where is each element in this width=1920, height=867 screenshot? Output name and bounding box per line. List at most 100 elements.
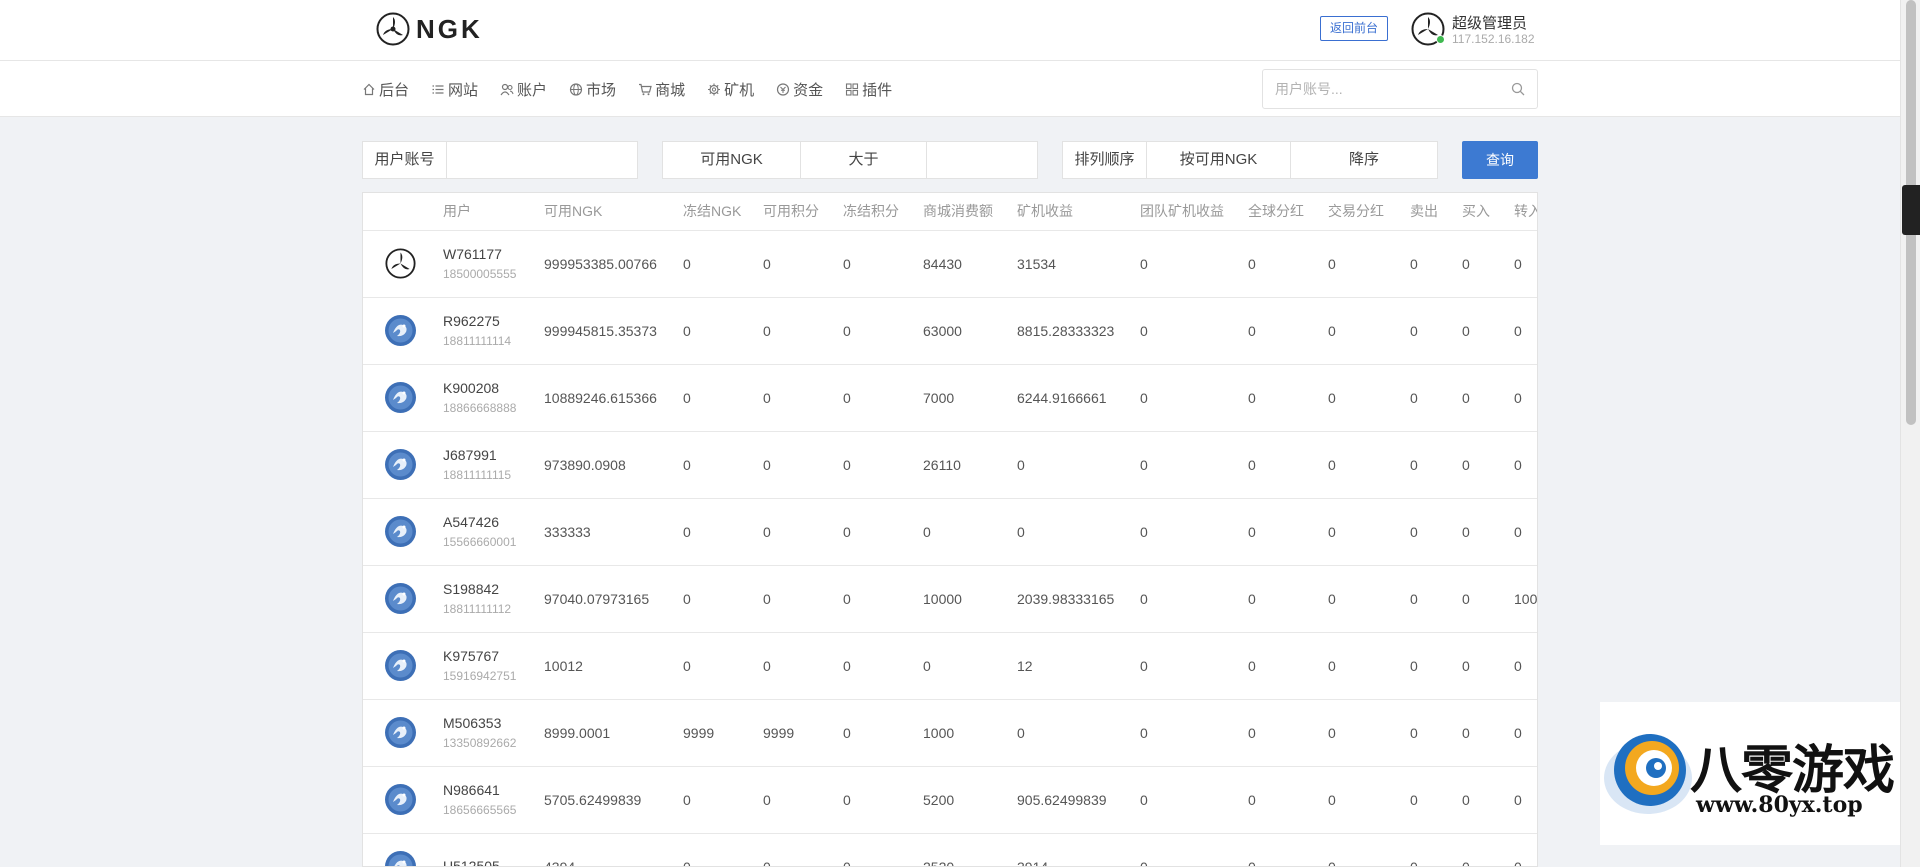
user-avatar[interactable]: [384, 717, 416, 748]
user-avatar-cell: [363, 632, 437, 700]
query-button[interactable]: 查询: [1462, 141, 1538, 179]
user-account[interactable]: N986641: [443, 781, 538, 799]
admin-ip: 117.152.16.182: [1452, 32, 1535, 46]
table-row[interactable]: W761177 18500005555 999953385.00766 0 0 0 8443…: [363, 230, 1537, 298]
table-cell: 0: [1508, 766, 1537, 834]
table-cell: 0: [1242, 431, 1322, 499]
nav-search-input[interactable]: [1263, 70, 1493, 108]
admin-name[interactable]: 超级管理员: [1452, 12, 1527, 33]
table-cell: 0: [1134, 632, 1242, 700]
table-cell: 5200: [917, 766, 1011, 834]
user-avatar[interactable]: [384, 248, 416, 279]
table-cell: 1000: [917, 699, 1011, 767]
table-cell: 0: [1322, 699, 1404, 767]
home-icon: [363, 83, 375, 95]
user-avatar[interactable]: [384, 851, 416, 866]
nav-item-mall[interactable]: 商城: [638, 79, 685, 100]
user-avatar-cell: [363, 565, 437, 633]
table-row[interactable]: N986641 18656665565 5705.62499839 0 0 0 5200 90…: [363, 766, 1537, 834]
sort-label: 排列顺序: [1063, 142, 1147, 178]
nav-item-miner[interactable]: 矿机: [707, 79, 754, 100]
table-cell: 0: [1134, 364, 1242, 432]
table-cell: 0: [757, 364, 837, 432]
user-avatar[interactable]: [384, 315, 416, 346]
page-scrollbar[interactable]: [1900, 0, 1920, 867]
user-avatar[interactable]: [384, 583, 416, 614]
column-header: 冻结积分: [837, 193, 917, 231]
user-cell: W761177 18500005555: [437, 230, 538, 298]
nav-item-website[interactable]: 网站: [431, 79, 478, 100]
table-row[interactable]: S198842 18811111112 97040.07973165 0 0 0 10000…: [363, 565, 1537, 633]
nav-item-funds[interactable]: 资金: [776, 79, 823, 100]
nav-item-backend[interactable]: 后台: [362, 79, 409, 100]
nav-item-market[interactable]: 市场: [569, 79, 616, 100]
table-cell: 0: [1456, 364, 1508, 432]
nav-item-plugins[interactable]: 插件: [845, 79, 892, 100]
table-cell: 0: [1134, 833, 1242, 866]
table-row[interactable]: K900208 18866668888 10889246.615366 0 0 0 7000…: [363, 364, 1537, 432]
table-row[interactable]: R962275 18811111114 999945815.35373 0 0 0 6300…: [363, 297, 1537, 365]
user-phone: 18500005555: [443, 266, 517, 281]
user-account[interactable]: R962275: [443, 312, 538, 330]
account-filter-label: 用户账号: [363, 142, 447, 178]
back-to-frontend-button[interactable]: 返回前台: [1320, 16, 1388, 41]
table-cell: 0: [1322, 364, 1404, 432]
table-cell: 0: [1456, 699, 1508, 767]
table-cell: 0: [1322, 565, 1404, 633]
table-cell: 0: [1508, 297, 1537, 365]
table-header-row: 用户 可用NGK 冻结NGK 可用积分 冻结积分 商城消费额 矿机收益 团队矿机…: [363, 193, 1537, 231]
table-cell: 63000: [917, 297, 1011, 365]
table-cell: 2039.98333165: [1011, 565, 1134, 633]
gear-icon: [708, 83, 721, 95]
sort-field-select[interactable]: 按可用NGK: [1147, 142, 1291, 178]
user-cell: K975767 15916942751: [437, 632, 538, 700]
table-cell: 0: [1322, 431, 1404, 499]
side-widget-handle[interactable]: [1902, 185, 1920, 235]
table-row[interactable]: A547426 15566660001 333333 0 0 0 0 0 0 0 0 0 0 0: [363, 498, 1537, 566]
user-account[interactable]: U512505: [443, 857, 538, 867]
operator-select[interactable]: 大于: [801, 142, 927, 178]
user-account[interactable]: J687991: [443, 446, 538, 464]
compare-value-input[interactable]: [928, 142, 1036, 178]
table-cell: 0: [1242, 498, 1322, 566]
user-avatar[interactable]: [384, 784, 416, 815]
user-account[interactable]: S198842: [443, 580, 538, 598]
user-account[interactable]: K975767: [443, 647, 538, 665]
user-account[interactable]: A547426: [443, 513, 538, 531]
table-cell: 0: [1242, 297, 1322, 365]
brand-logo[interactable]: NGK: [376, 12, 483, 46]
account-filter-input[interactable]: [448, 142, 636, 178]
table-cell: 999945815.35373: [538, 297, 677, 365]
user-account[interactable]: K900208: [443, 379, 538, 397]
user-avatar[interactable]: [384, 449, 416, 480]
table-row[interactable]: J687991 18811111115 973890.0908 0 0 0 26110 0 0 0…: [363, 431, 1537, 499]
user-avatar[interactable]: [384, 382, 416, 413]
user-cell: S198842 18811111112: [437, 565, 538, 633]
table-row[interactable]: M506353 13350892662 8999.0001 9999 9999 0 1000…: [363, 699, 1537, 767]
table-cell: 0: [837, 565, 917, 633]
value-filter: 可用NGK 大于: [662, 141, 1038, 179]
search-icon[interactable]: [1511, 82, 1525, 96]
user-avatar[interactable]: [384, 516, 416, 547]
user-account[interactable]: W761177: [443, 245, 538, 263]
table-cell: 0: [1456, 230, 1508, 298]
table-cell: 5705.62499839: [538, 766, 677, 834]
nav-label: 后台: [379, 81, 410, 99]
table-cell: 97040.07973165: [538, 565, 677, 633]
table-cell: 0: [677, 498, 757, 566]
column-header: 转入: [1508, 193, 1537, 231]
field-select[interactable]: 可用NGK: [663, 142, 801, 178]
user-account[interactable]: M506353: [443, 714, 538, 732]
table-cell: 0: [1404, 364, 1456, 432]
table-row[interactable]: U512505 4394 0 0 0 2520 3914 0 0 0 0 0 0: [363, 833, 1537, 867]
table-row[interactable]: K975767 15916942751 10012 0 0 0 0 12 0 0 0 0 0 0: [363, 632, 1537, 700]
nav-search-box: [1262, 69, 1538, 109]
sort-direction-select[interactable]: 降序: [1291, 142, 1437, 178]
user-avatar[interactable]: [384, 650, 416, 681]
table-cell: 0: [677, 766, 757, 834]
table-cell: 0: [1134, 565, 1242, 633]
table-cell: 0: [1134, 498, 1242, 566]
nav-item-accounts[interactable]: 账户: [500, 79, 547, 100]
table-cell: 0: [1134, 230, 1242, 298]
table-cell: 0: [677, 431, 757, 499]
